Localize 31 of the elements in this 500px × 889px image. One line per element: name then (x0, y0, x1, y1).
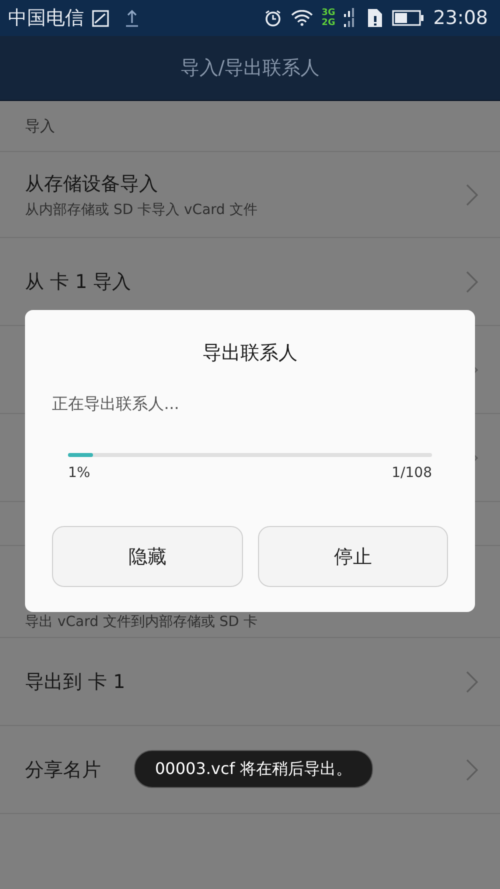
item-title: 从存储设备导入 (25, 172, 158, 196)
toast-message: 00003.vcf 将在稍后导出。 (134, 750, 373, 788)
screen-title: 导入/导出联系人 (180, 56, 320, 81)
battery-icon (392, 10, 424, 26)
progress-count: 1/108 (392, 465, 432, 481)
item-title: 分享名片 (25, 758, 101, 782)
chevron-icon (466, 270, 478, 292)
section-heading: 导入 (25, 116, 55, 136)
clock-time: 23:08 (433, 7, 488, 29)
progress-percent: 1% (68, 465, 90, 481)
upload-icon (125, 9, 139, 27)
chevron-icon (466, 670, 478, 692)
carrier-name: 中国电信 (8, 6, 84, 31)
item-title: 从 卡 1 导入 (25, 270, 132, 294)
list-item[interactable]: 导出到 卡 1 (0, 638, 500, 726)
dialog-message: 正在导出联系人... (52, 394, 180, 415)
dialog-title: 导出联系人 (202, 341, 298, 366)
network-label: 2G (322, 18, 336, 28)
item-subtitle: 导出 vCard 文件到内部存储或 SD 卡 (25, 613, 258, 631)
wifi-icon (290, 10, 313, 26)
image-icon (92, 10, 109, 26)
dialog-button[interactable]: 停止 (258, 526, 448, 587)
dialog-button[interactable]: 隐藏 (52, 526, 242, 587)
item-subtitle: 从内部存储或 SD 卡导入 vCard 文件 (25, 200, 258, 218)
chevron-icon (466, 184, 478, 206)
network-label: 3G (322, 8, 336, 18)
chevron-icon (466, 758, 478, 780)
item-title: 导出到 卡 1 (25, 670, 126, 694)
list-item[interactable]: 从存储设备导入 从内部存储或 SD 卡导入 vCard 文件 (0, 152, 500, 238)
alarm-icon (264, 9, 282, 27)
sim-alert-icon (367, 8, 384, 28)
